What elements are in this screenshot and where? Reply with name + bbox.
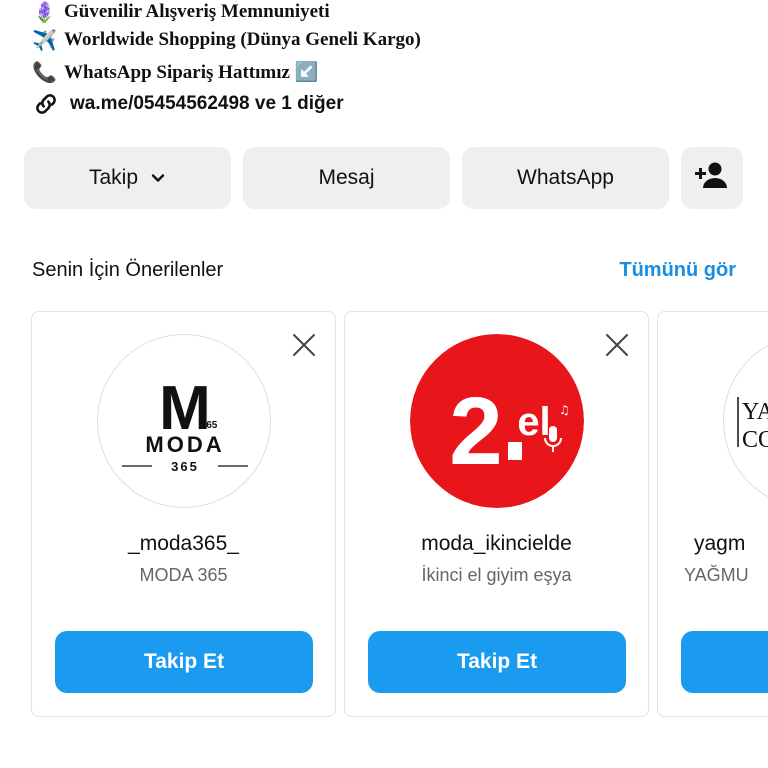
phone-icon: 📞 [32,61,57,84]
suggestion-card[interactable]: 2 el ♫ moda_ikincielde İkinci el giyim e… [344,311,649,717]
profile-actions: Takip Mesaj WhatsApp [24,147,744,209]
airplane-icon: ✈️ [32,29,57,52]
logo-number: 2 [449,378,502,485]
whatsapp-button[interactable]: WhatsApp [462,147,669,209]
suggestion-username[interactable]: moda_ikincielde [345,532,648,556]
message-label: Mesaj [318,166,375,189]
suggestions-header: Senin İçin Önerilenler Tümünü gör [32,255,736,285]
suggestion-fullname: YAĞMU [684,565,749,585]
follow-button[interactable]: Takip Et [368,631,626,693]
bio-line-text: Güvenilir Alışveriş Memnuniyeti [64,1,330,22]
profile-bio: 🪻 Güvenilir Alışveriş Memnuniyeti ✈️ Wor… [32,0,752,120]
avatar[interactable]: 2 el ♫ [410,334,584,508]
add-user-icon [695,161,729,195]
close-icon[interactable] [604,332,630,358]
suggestion-fullname: İkinci el giyim eşya [421,565,572,585]
follow-button[interactable] [681,631,768,693]
follow-button[interactable]: Takip Et [55,631,313,693]
bio-line-text: Worldwide Shopping (Dünya Geneli Kargo) [64,29,421,50]
svg-text:♫: ♫ [559,403,570,417]
suggestion-card[interactable]: M 365 MODA 365 _moda365_ MODA 365 Takip … [31,311,336,717]
logo-suffix: el [517,400,550,444]
suggestion-fullname: MODA 365 [139,565,228,585]
following-button[interactable]: Takip [24,147,231,209]
suggestions-title: Senin İçin Önerilenler [32,258,224,281]
avatar[interactable]: M 365 MODA 365 [97,334,271,508]
bio-line-worldwide: ✈️ Worldwide Shopping (Dünya Geneli Karg… [32,24,752,56]
bio-link[interactable]: wa.me/05454562498 ve 1 diğer [32,88,752,120]
bio-link-text[interactable]: wa.me/05454562498 ve 1 diğer [70,93,344,115]
logo-word: MODA [145,432,224,457]
following-label: Takip [88,166,139,189]
add-user-button[interactable] [681,147,743,209]
suggestion-username[interactable]: _moda365_ [32,532,335,556]
whatsapp-label: WhatsApp [517,166,614,189]
link-icon [32,90,64,118]
avatar[interactable]: YA CO [723,334,768,508]
bio-line-whatsapp: 📞 WhatsApp Sipariş Hattımız ↙️ [32,56,752,88]
logo-small-number: 365 [201,420,218,431]
bio-line-trust: 🪻 Güvenilir Alışveriş Memnuniyeti [32,0,752,24]
logo-line-1: YA [742,399,768,425]
suggestion-card[interactable]: YA CO yagm YAĞMU [657,311,768,717]
chevron-down-icon [150,170,166,186]
bio-line-text: WhatsApp Sipariş Hattımız ↙️ [64,62,319,83]
see-all-link[interactable]: Tümünü gör [619,259,736,282]
suggestion-username[interactable]: yagm [694,532,768,556]
close-icon[interactable] [291,332,317,358]
logo-number: 365 [171,459,199,474]
message-button[interactable]: Mesaj [243,147,450,209]
hyacinth-icon: 🪻 [32,1,57,24]
logo-line-2: CO [742,427,768,453]
